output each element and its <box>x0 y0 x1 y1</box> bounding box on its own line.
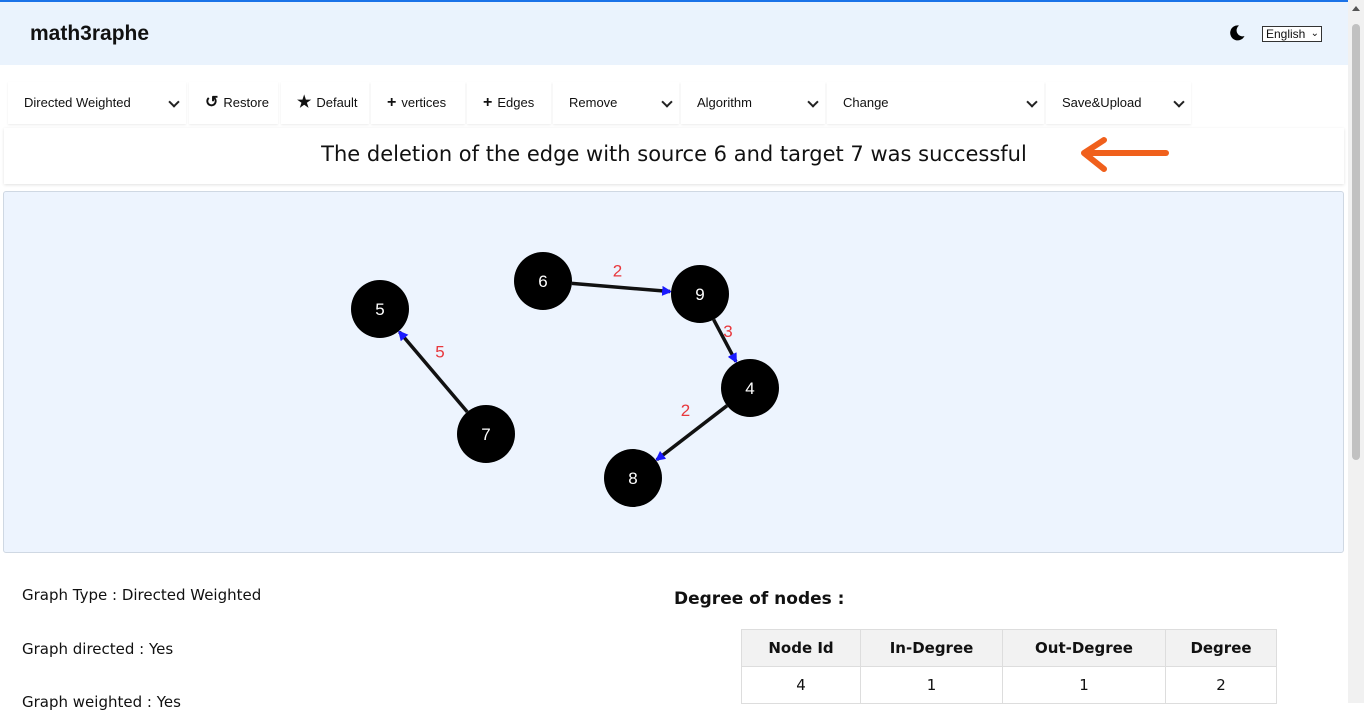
table-row: 4 1 1 2 <box>741 666 1277 704</box>
table-cell: 4 <box>741 666 861 704</box>
edge-weight-label: 3 <box>723 322 732 341</box>
table-cell: 1 <box>860 666 1003 704</box>
chevron-down-icon <box>661 96 673 108</box>
graph-canvas[interactable]: 2 3 2 5 5 6 9 4 7 8 <box>3 191 1344 553</box>
save-upload-select[interactable]: Save&Upload <box>1046 82 1191 124</box>
node-label: 7 <box>481 425 490 444</box>
edge-7-5[interactable] <box>398 330 469 414</box>
graph-weighted-info: Graph weighted : Yes <box>22 693 181 711</box>
graph-node-8[interactable]: 8 <box>604 449 662 507</box>
edge-weight-label: 2 <box>681 401 690 420</box>
star-icon: ★ <box>297 94 312 111</box>
page-scrollbar[interactable] <box>1348 0 1364 703</box>
default-label: Default <box>316 95 358 110</box>
algorithm-label: Algorithm <box>697 95 752 110</box>
chevron-down-icon: ⌄ <box>1310 28 1319 39</box>
remove-label: Remove <box>569 95 618 110</box>
graph-node-9[interactable]: 9 <box>671 265 729 323</box>
graph-node-4[interactable]: 4 <box>721 359 779 417</box>
edge-4-8[interactable] <box>655 404 729 462</box>
edge-weight-label: 2 <box>613 262 622 281</box>
add-vertices-label: vertices <box>401 95 447 110</box>
change-label: Change <box>843 95 889 110</box>
node-label: 6 <box>538 272 547 291</box>
column-header: Out-Degree <box>1002 629 1166 667</box>
save-upload-label: Save&Upload <box>1062 95 1142 110</box>
graph-type-info: Graph Type : Directed Weighted <box>22 586 262 604</box>
algorithm-select[interactable]: Algorithm <box>681 82 825 124</box>
chevron-down-icon <box>807 96 819 108</box>
restore-button[interactable]: ↺ Restore <box>189 82 278 124</box>
chevron-down-icon <box>1173 96 1185 108</box>
default-button[interactable]: ★ Default <box>281 82 369 124</box>
scrollbar-thumb[interactable] <box>1352 24 1360 460</box>
degree-title: Degree of nodes : <box>674 589 845 609</box>
column-header: Degree <box>1165 629 1277 667</box>
graph-nodes: 5 6 9 4 7 8 <box>351 252 779 507</box>
node-label: 8 <box>628 469 637 488</box>
graph-directed-info: Graph directed : Yes <box>22 640 174 658</box>
column-header: Node Id <box>741 629 861 667</box>
app-header: math3raphe English ⌄ <box>0 2 1348 65</box>
node-label: 9 <box>695 285 704 304</box>
edge-weight-label: 5 <box>435 343 444 362</box>
graph-node-6[interactable]: 6 <box>514 252 572 310</box>
graph-type-label: Directed Weighted <box>24 95 131 110</box>
remove-select[interactable]: Remove <box>553 82 679 124</box>
change-select[interactable]: Change <box>827 82 1044 124</box>
plus-icon: + <box>483 94 493 111</box>
graph-svg: 2 3 2 5 5 6 9 4 7 8 <box>351 252 779 507</box>
column-header: In-Degree <box>860 629 1003 667</box>
chevron-down-icon <box>168 96 180 108</box>
graph-node-5[interactable]: 5 <box>351 280 409 338</box>
language-value: English <box>1266 27 1306 41</box>
restore-icon: ↺ <box>205 94 219 111</box>
restore-label: Restore <box>223 95 269 110</box>
table-cell: 2 <box>1165 666 1277 704</box>
add-vertices-button[interactable]: + vertices <box>371 82 465 124</box>
graph-node-7[interactable]: 7 <box>457 405 515 463</box>
graph-type-select[interactable]: Directed Weighted <box>8 82 186 124</box>
arrow-left-icon <box>1081 137 1169 172</box>
table-header-row: Node Id In-Degree Out-Degree Degree <box>741 629 1277 667</box>
dark-mode-moon-icon[interactable] <box>1228 24 1246 42</box>
table-cell: 1 <box>1002 666 1166 704</box>
add-edges-button[interactable]: + Edges <box>467 82 551 124</box>
edge-6-9[interactable] <box>571 281 673 296</box>
node-label: 4 <box>745 379 754 398</box>
scroll-up-icon[interactable] <box>1352 6 1360 11</box>
plus-icon: + <box>387 94 397 111</box>
node-label: 5 <box>375 300 384 319</box>
app-logo[interactable]: math3raphe <box>30 22 149 46</box>
language-select[interactable]: English ⌄ <box>1262 26 1322 42</box>
degree-table: Node Id In-Degree Out-Degree Degree 4 1 … <box>741 629 1277 704</box>
add-edges-label: Edges <box>497 95 535 110</box>
chevron-down-icon <box>1026 96 1038 108</box>
